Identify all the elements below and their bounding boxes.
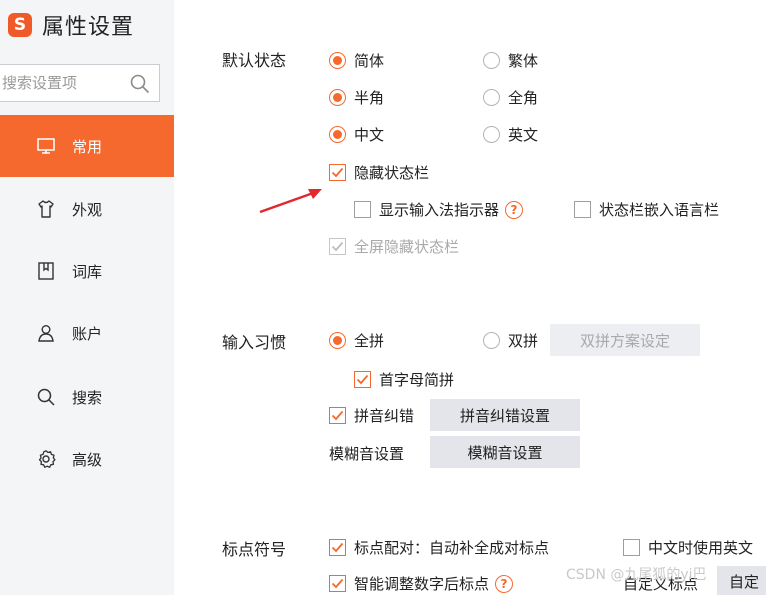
- english-radio[interactable]: 英文: [483, 124, 538, 145]
- option-label: 双拼: [508, 332, 539, 350]
- checkbox-checked[interactable]: [354, 371, 371, 388]
- sidebar-item-advanced[interactable]: 高级: [0, 428, 174, 490]
- double-scheme-button: 双拼方案设定: [550, 324, 700, 356]
- help-icon[interactable]: ?: [505, 200, 524, 219]
- full-pinyin-radio[interactable]: 全拼: [329, 330, 384, 351]
- option-label: 简体: [354, 52, 385, 70]
- sidebar-item-account[interactable]: 账户: [0, 302, 174, 364]
- option-label: 隐藏状态栏: [354, 164, 430, 182]
- search-icon[interactable]: [129, 73, 151, 95]
- option-label: 半角: [354, 89, 385, 107]
- app-title: 属性设置: [42, 15, 135, 40]
- checkbox-checked[interactable]: [329, 539, 346, 556]
- search-box: [0, 64, 160, 102]
- option-label: 首字母简拼: [379, 371, 455, 389]
- punctuation-pairing-checkbox[interactable]: 标点配对：自动补全成对标点: [329, 537, 549, 558]
- option-label: 显示输入法指示器: [379, 201, 500, 219]
- sidebar-item-search[interactable]: 搜索: [0, 366, 174, 428]
- hide-status-bar-checkbox[interactable]: 隐藏状态栏: [329, 162, 429, 183]
- user-icon: [36, 323, 56, 343]
- pinyin-correction-settings-button[interactable]: 拼音纠错设置: [430, 399, 580, 431]
- fuzzy-sound-settings-button[interactable]: 模糊音设置: [430, 436, 580, 468]
- checkbox-checked[interactable]: [329, 407, 346, 424]
- fuzzy-sound-label: 模糊音设置: [329, 443, 404, 464]
- book-icon: [36, 261, 56, 281]
- option-label: 智能调整数字后标点: [354, 575, 490, 593]
- punctuation-label: 标点符号: [222, 540, 287, 559]
- sogou-logo-icon: S: [8, 13, 32, 37]
- embed-language-bar-checkbox[interactable]: 状态栏嵌入语言栏: [574, 199, 719, 220]
- app-header: S 属性设置: [8, 9, 134, 41]
- sidebar-item-label: 词库: [72, 262, 103, 281]
- option-label: 拼音纠错: [354, 407, 415, 425]
- search-input[interactable]: [2, 74, 120, 92]
- chinese-use-english-checkbox[interactable]: 中文时使用英文: [623, 537, 753, 558]
- sidebar-item-label: 搜索: [72, 388, 103, 407]
- fullscreen-hide-checkbox: 全屏隐藏状态栏: [329, 236, 459, 257]
- radio-selected[interactable]: [329, 52, 346, 69]
- monitor-icon: [36, 136, 56, 156]
- radio-selected[interactable]: [329, 332, 346, 349]
- smart-adjust-checkbox[interactable]: 智能调整数字后标点 ?: [329, 573, 514, 594]
- checkbox-unchecked[interactable]: [574, 201, 591, 218]
- radio-selected[interactable]: [329, 89, 346, 106]
- sidebar-item-label: 常用: [72, 137, 103, 156]
- search-icon: [36, 387, 56, 407]
- settings-panel: 默认状态 简体 繁体 半角 全角 中文 英文 隐藏状态栏 显示输入法指示器 ? …: [174, 0, 766, 595]
- checkbox-checked[interactable]: [329, 575, 346, 592]
- sidebar-item-common[interactable]: 常用: [0, 115, 174, 177]
- checkbox-unchecked[interactable]: [354, 201, 371, 218]
- sidebar-item-appearance[interactable]: 外观: [0, 178, 174, 240]
- input-habit-label: 输入习惯: [222, 333, 287, 352]
- option-label: 中文: [354, 126, 385, 144]
- radio-unselected[interactable]: [483, 89, 500, 106]
- option-label: 繁体: [508, 52, 539, 70]
- sidebar-item-dictionary[interactable]: 词库: [0, 240, 174, 302]
- option-label: 标点配对：自动补全成对标点: [354, 539, 550, 557]
- sidebar-item-label: 外观: [72, 200, 103, 219]
- gear-icon: [36, 449, 56, 469]
- radio-unselected[interactable]: [483, 52, 500, 69]
- traditional-radio[interactable]: 繁体: [483, 50, 538, 71]
- initial-abbrev-checkbox[interactable]: 首字母简拼: [354, 369, 454, 390]
- option-label: 全屏隐藏状态栏: [354, 238, 460, 256]
- full-width-radio[interactable]: 全角: [483, 87, 538, 108]
- sidebar-item-label: 账户: [72, 324, 103, 343]
- shirt-icon: [36, 199, 56, 219]
- checkbox-unchecked[interactable]: [623, 539, 640, 556]
- option-label: 中文时使用英文: [648, 539, 754, 557]
- double-pinyin-radio[interactable]: 双拼: [483, 330, 538, 351]
- watermark: CSDN @九尾狐的yi巴: [566, 567, 707, 583]
- default-state-label: 默认状态: [222, 51, 287, 70]
- half-width-radio[interactable]: 半角: [329, 87, 384, 108]
- sidebar: S 属性设置 常用 外观 词库 账户 搜索: [0, 0, 174, 595]
- chinese-radio[interactable]: 中文: [329, 124, 384, 145]
- option-label: 英文: [508, 126, 539, 144]
- checkbox-checked[interactable]: [329, 164, 346, 181]
- option-label: 模糊音设置: [329, 445, 405, 463]
- show-indicator-checkbox[interactable]: 显示输入法指示器 ?: [354, 199, 524, 220]
- radio-unselected[interactable]: [483, 126, 500, 143]
- help-icon[interactable]: ?: [495, 574, 514, 593]
- checkbox-checked-disabled: [329, 238, 346, 255]
- option-label: 状态栏嵌入语言栏: [599, 201, 720, 219]
- radio-unselected[interactable]: [483, 332, 500, 349]
- annotation-arrow-icon: [259, 189, 322, 214]
- sidebar-item-label: 高级: [72, 450, 103, 469]
- pinyin-correction-checkbox[interactable]: 拼音纠错: [329, 405, 414, 426]
- radio-selected[interactable]: [329, 126, 346, 143]
- simplified-radio[interactable]: 简体: [329, 50, 384, 71]
- option-label: 全拼: [354, 332, 385, 350]
- custom-punctuation-button[interactable]: 自定: [717, 566, 766, 595]
- option-label: 全角: [508, 89, 539, 107]
